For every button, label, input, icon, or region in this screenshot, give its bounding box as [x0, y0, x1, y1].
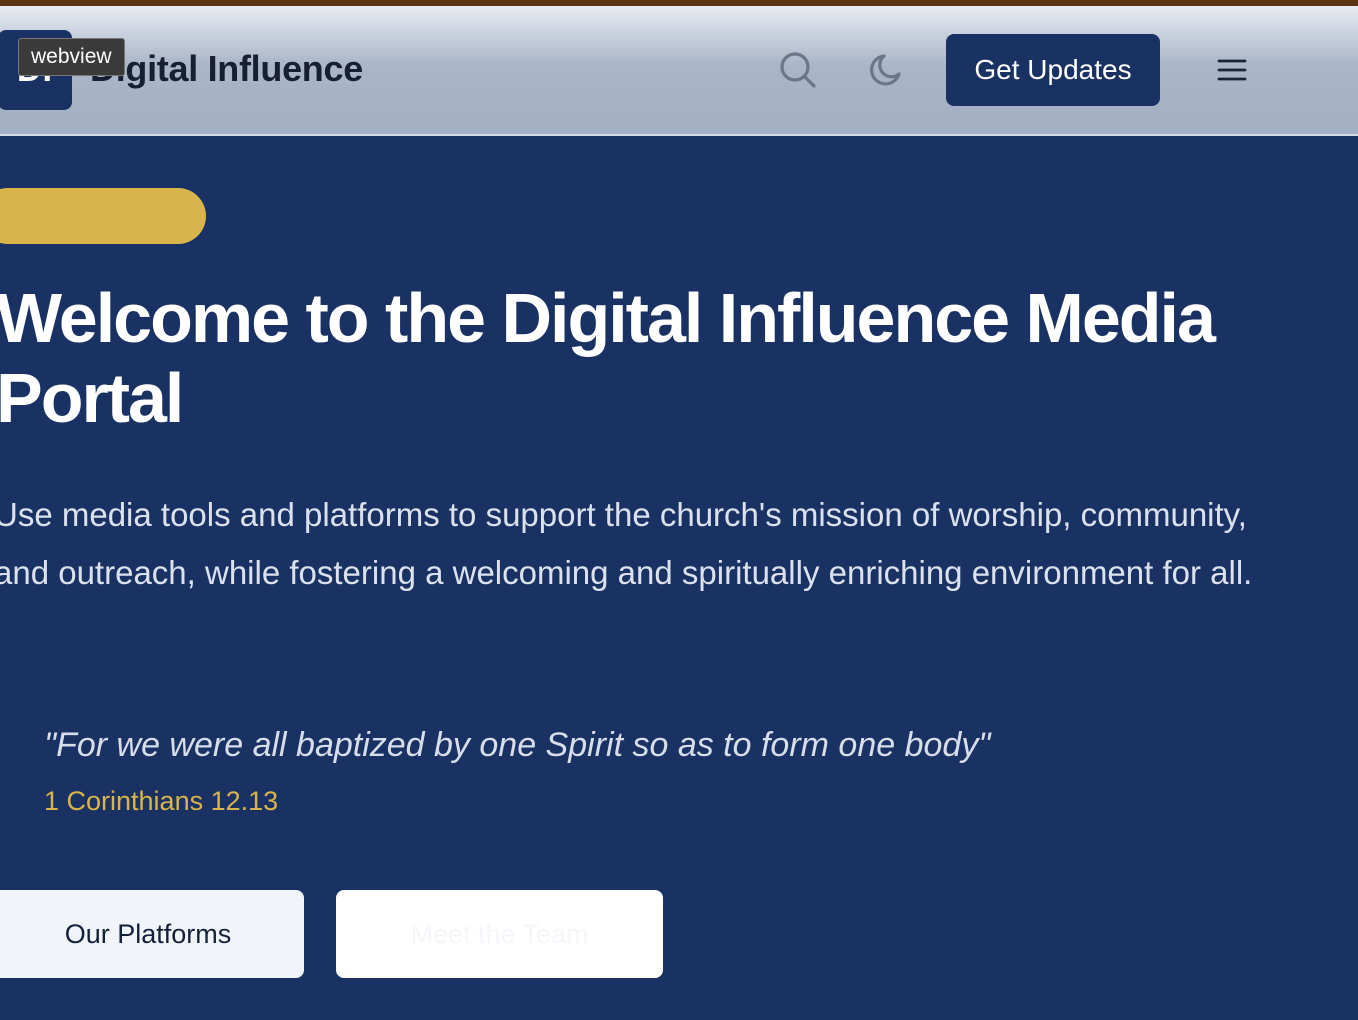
- menu-button[interactable]: [1208, 46, 1256, 94]
- theme-toggle-button[interactable]: [862, 46, 910, 94]
- site-header: DI Digital Influence webview Get Updates: [0, 6, 1358, 136]
- hero-title: Welcome to the Digital Influence Media P…: [0, 279, 1216, 437]
- hamburger-menu-icon: [1217, 59, 1247, 81]
- our-platforms-button[interactable]: Our Platforms: [0, 890, 304, 978]
- brand-name[interactable]: Digital Influence: [90, 48, 363, 90]
- search-button[interactable]: [774, 46, 822, 94]
- webview-tooltip: webview: [18, 38, 125, 76]
- search-icon: [780, 52, 816, 88]
- meet-the-team-button[interactable]: Meet the Team: [336, 890, 663, 978]
- hero-badge-pill: [0, 188, 206, 244]
- scripture-quote: "For we were all baptized by one Spirit …: [44, 726, 991, 764]
- scripture-reference: 1 Corinthians 12.13: [44, 786, 279, 816]
- moon-icon: [870, 54, 901, 86]
- hero-description: Use media tools and platforms to support…: [0, 496, 1253, 591]
- get-updates-button[interactable]: Get Updates: [946, 34, 1160, 106]
